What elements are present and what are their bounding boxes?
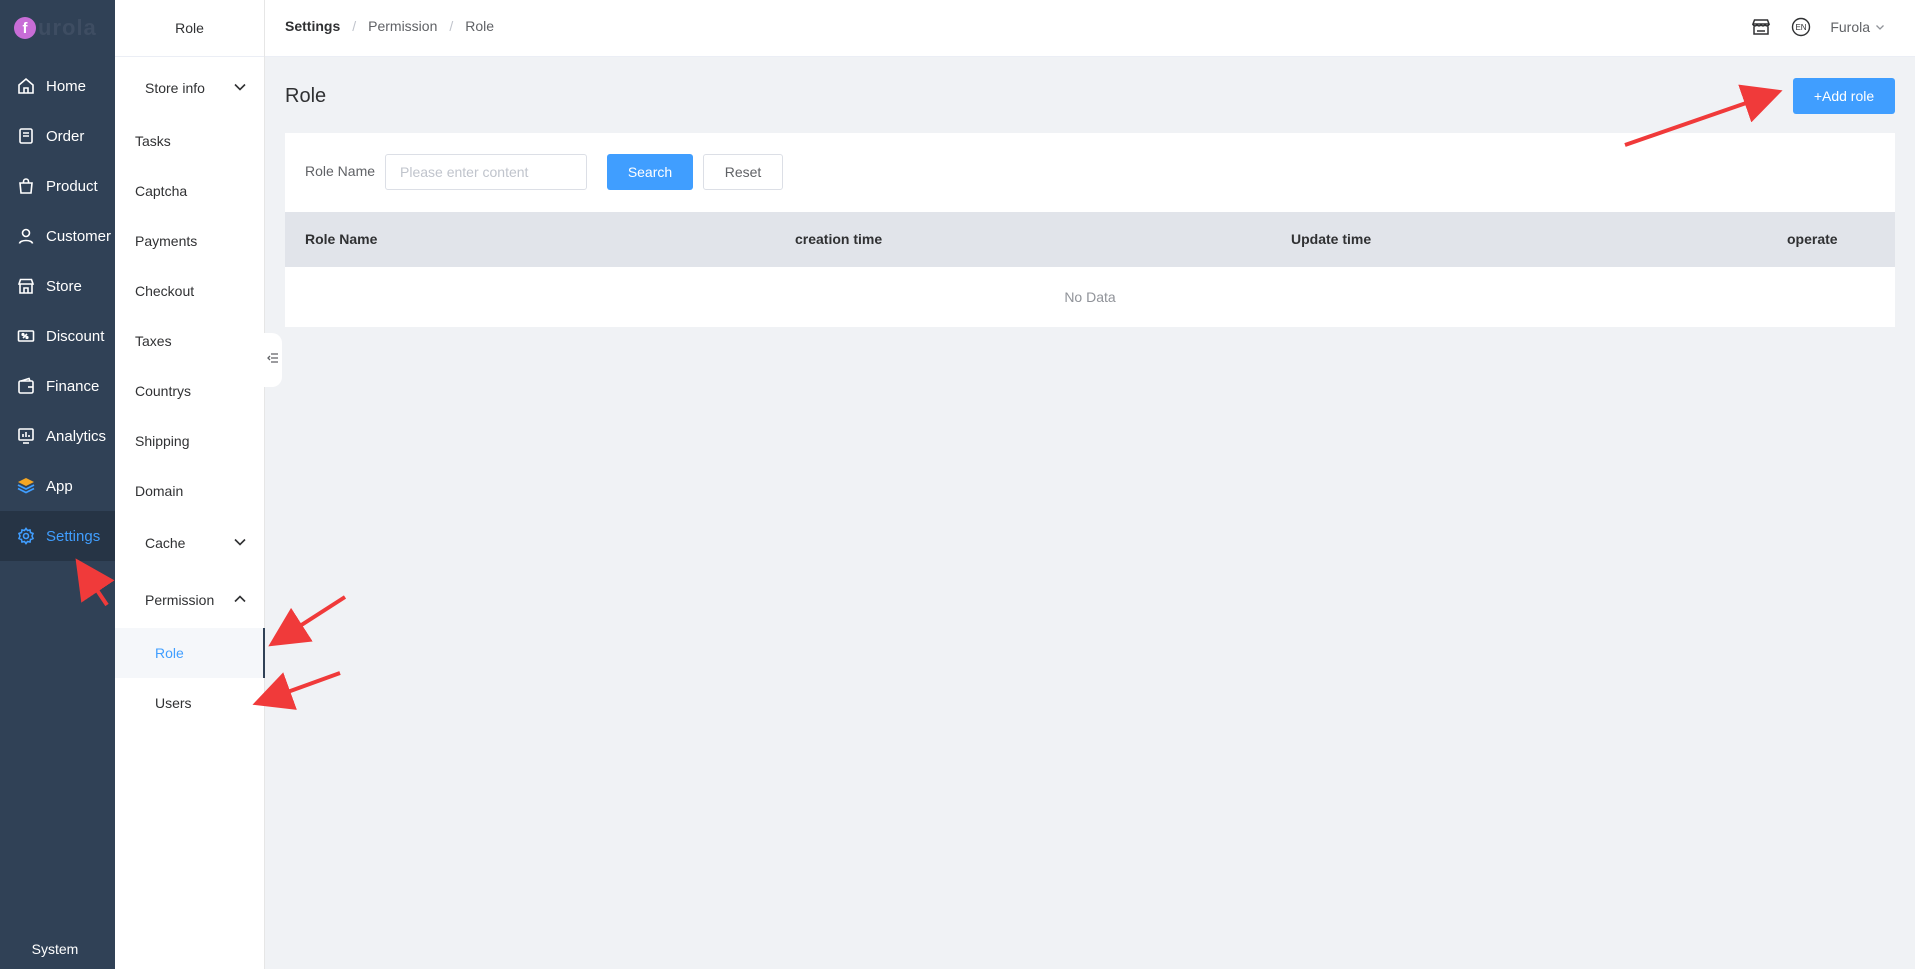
nav-label: Settings xyxy=(46,527,101,545)
logo-text: urola xyxy=(38,15,97,40)
breadcrumb-separator: / xyxy=(449,18,454,34)
subnav-item-countrys[interactable]: Countrys xyxy=(115,366,265,416)
nav-label: Order xyxy=(46,127,85,145)
user-name: Furola xyxy=(1830,19,1870,35)
subnav-item-payments[interactable]: Payments xyxy=(115,216,265,266)
nav-item-settings[interactable]: Settings xyxy=(0,511,115,561)
app-logo[interactable]: f urola xyxy=(14,14,97,42)
subnav-label: Countrys xyxy=(135,383,192,399)
nav-item-app[interactable]: App xyxy=(0,461,115,511)
wallet-icon xyxy=(16,376,36,396)
subnav-item-role[interactable]: Role xyxy=(115,628,265,678)
role-list-card: Role Name Search Reset Role Name creatio… xyxy=(285,133,1895,327)
nav-item-finance[interactable]: Finance xyxy=(0,361,115,411)
table-header: Role Name creation time Update time oper… xyxy=(285,212,1895,267)
chart-icon xyxy=(16,426,36,446)
subnav-label: Tasks xyxy=(135,133,171,149)
nav-label: Home xyxy=(46,77,87,95)
user-icon xyxy=(16,226,36,246)
subnav-group-cache[interactable]: Cache xyxy=(115,518,265,568)
chevron-down-icon xyxy=(233,535,247,552)
subnav-item-shipping[interactable]: Shipping xyxy=(115,416,265,466)
breadcrumb-settings[interactable]: Settings xyxy=(285,18,340,34)
order-icon xyxy=(16,126,36,146)
role-name-filter-label: Role Name xyxy=(305,163,376,179)
home-icon xyxy=(16,76,36,96)
nav-item-discount[interactable]: Discount xyxy=(0,311,115,361)
system-label[interactable]: System xyxy=(0,941,110,957)
header-actions: EN Furola xyxy=(1750,16,1885,38)
nav-item-store[interactable]: Store xyxy=(0,261,115,311)
subnav-label: Users xyxy=(155,695,192,711)
chevron-up-icon xyxy=(233,592,247,609)
subnav-title: Role xyxy=(115,0,264,57)
subnav-label: Permission xyxy=(145,592,215,608)
breadcrumb-permission[interactable]: Permission xyxy=(368,18,437,34)
column-update-time: Update time xyxy=(1291,231,1372,247)
subnav-label: Role xyxy=(155,645,184,661)
subnav-item-users[interactable]: Users xyxy=(115,678,265,728)
settings-subnav: Role Store info Tasks Captcha Payments C… xyxy=(115,0,265,969)
language-icon[interactable]: EN xyxy=(1790,16,1812,38)
cube-icon xyxy=(16,476,36,496)
nav-label: Store xyxy=(46,277,82,295)
role-name-input[interactable] xyxy=(385,154,587,190)
nav-label: Analytics xyxy=(46,427,107,445)
logo-mark: f xyxy=(14,17,36,39)
nav-item-product[interactable]: Product xyxy=(0,161,115,211)
column-role-name: Role Name xyxy=(305,231,378,247)
subnav-item-tasks[interactable]: Tasks xyxy=(115,116,265,166)
chevron-down-icon xyxy=(233,80,247,97)
gear-icon xyxy=(16,526,36,546)
breadcrumb-separator: / xyxy=(352,18,357,34)
subnav-label: Cache xyxy=(145,535,186,551)
arrow-to-users xyxy=(252,671,341,710)
subnav-item-taxes[interactable]: Taxes xyxy=(115,316,265,366)
add-role-button[interactable]: +Add role xyxy=(1793,78,1895,114)
subnav-label: Payments xyxy=(135,233,198,249)
subnav-label: Taxes xyxy=(135,333,172,349)
column-operate: operate xyxy=(1787,231,1838,247)
subnav-item-checkout[interactable]: Checkout xyxy=(115,266,265,316)
breadcrumb-role: Role xyxy=(465,18,495,34)
breadcrumb: Settings / Permission / Role xyxy=(285,18,494,34)
search-button[interactable]: Search xyxy=(607,154,693,190)
collapse-sidebar-button[interactable] xyxy=(264,333,282,387)
user-menu[interactable]: Furola xyxy=(1830,19,1885,35)
collapse-icon xyxy=(267,351,279,369)
reset-button[interactable]: Reset xyxy=(703,154,783,190)
nav-item-order[interactable]: Order xyxy=(0,111,115,161)
subnav-item-captcha[interactable]: Captcha xyxy=(115,166,265,216)
nav-label: Customer xyxy=(46,227,112,245)
store-front-icon[interactable] xyxy=(1750,16,1772,38)
nav-label: Product xyxy=(46,177,98,195)
chevron-down-icon xyxy=(1875,22,1885,32)
subnav-group-permission[interactable]: Permission xyxy=(115,575,265,625)
subnav-label: Captcha xyxy=(135,183,188,199)
nav-label: App xyxy=(46,477,73,495)
subnav-group-store-info[interactable]: Store info xyxy=(115,63,265,113)
nav-item-analytics[interactable]: Analytics xyxy=(0,411,115,461)
page-title: Role xyxy=(285,85,327,107)
nav-label: Finance xyxy=(46,377,100,395)
subnav-label: Shipping xyxy=(135,433,190,449)
discount-icon xyxy=(16,326,36,346)
nav-item-home[interactable]: Home xyxy=(0,61,115,111)
column-creation-time: creation time xyxy=(795,231,883,247)
bag-icon xyxy=(16,176,36,196)
main-sidebar: f urola Home Order Product Customer Stor… xyxy=(0,0,115,969)
top-header: Settings / Permission / Role EN Furola xyxy=(265,0,1915,57)
subnav-label: Checkout xyxy=(135,283,195,299)
table-empty-state: No Data xyxy=(1064,289,1116,305)
subnav-item-domain[interactable]: Domain xyxy=(115,466,265,516)
nav-item-customer[interactable]: Customer xyxy=(0,211,115,261)
arrow-to-role xyxy=(268,595,347,647)
subnav-label: Store info xyxy=(145,80,205,96)
nav-label: Discount xyxy=(46,327,105,345)
store-icon xyxy=(16,276,36,296)
language-badge-text: EN xyxy=(1796,23,1807,32)
subnav-label: Domain xyxy=(135,483,184,499)
